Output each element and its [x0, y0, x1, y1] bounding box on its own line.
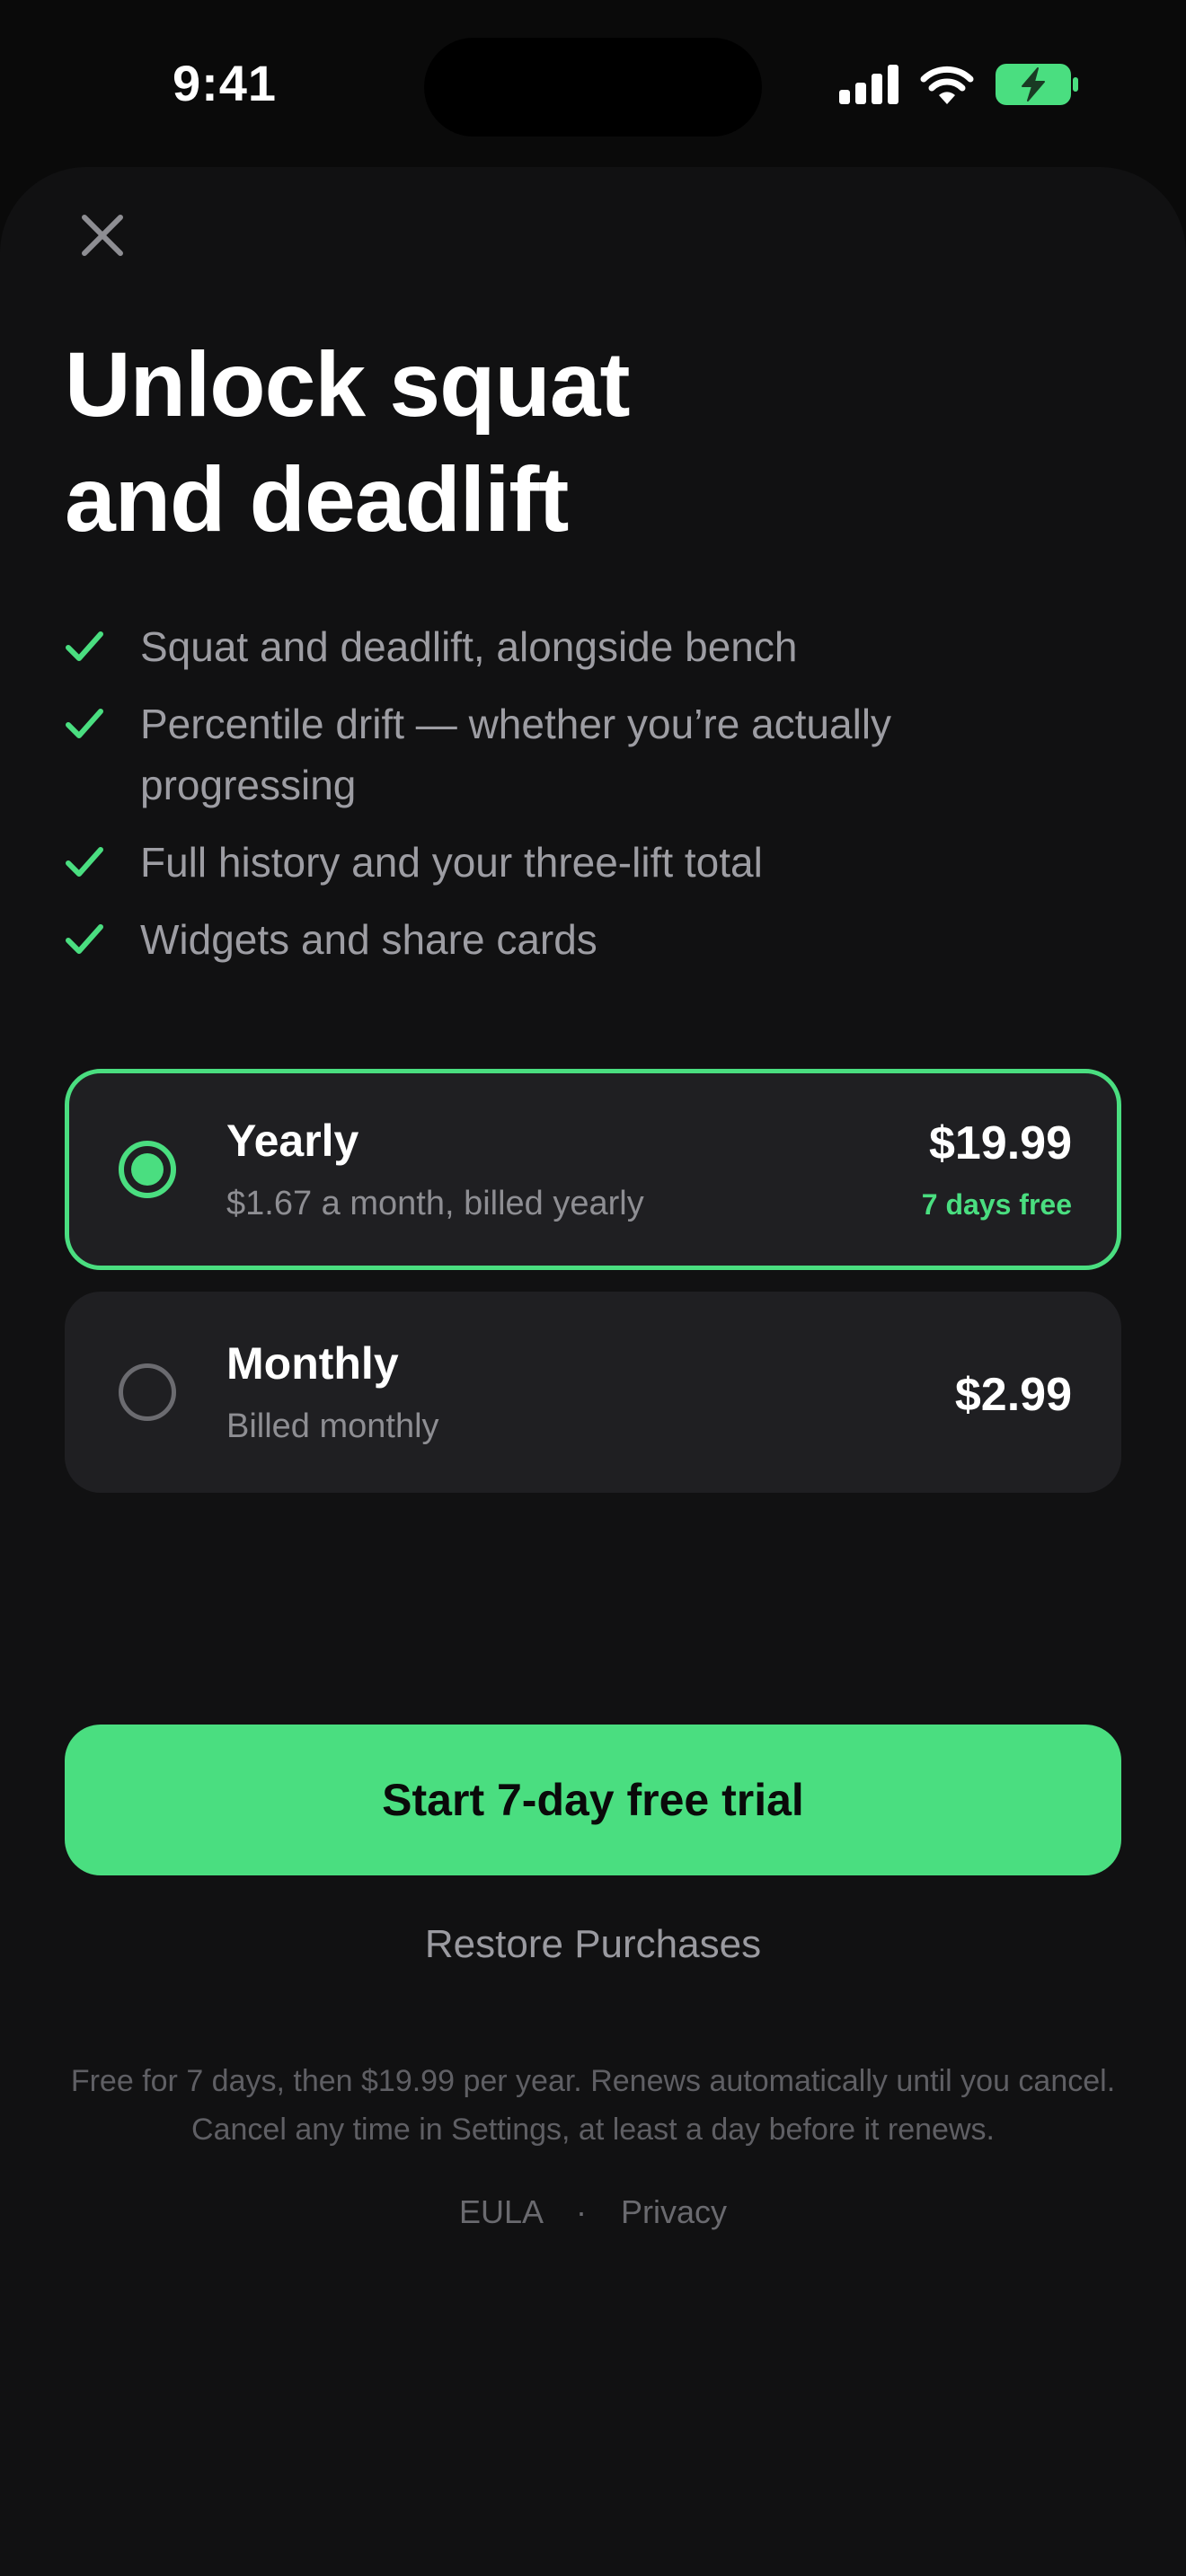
restore-purchases-link[interactable]: Restore Purchases	[0, 1922, 1186, 1967]
dynamic-island	[424, 38, 762, 137]
title-line-2: and deadlift	[65, 448, 569, 551]
plan-price: $2.99	[954, 1369, 1072, 1421]
title-line-1: Unlock squat	[65, 333, 630, 436]
plan-subtitle: Billed monthly	[226, 1407, 439, 1445]
eula-link[interactable]: EULA	[459, 2193, 542, 2230]
plan-price: $19.99	[928, 1117, 1072, 1169]
feature-item: Widgets and share cards	[65, 909, 1116, 970]
wifi-icon	[920, 65, 974, 109]
close-icon	[79, 212, 126, 263]
feature-text: Widgets and share cards	[140, 916, 597, 963]
plan-name: Yearly	[226, 1116, 359, 1166]
feature-item: Percentile drift — whether you’re actual…	[65, 693, 1116, 816]
feature-list: Squat and deadlift, alongside bench Perc…	[65, 616, 1116, 986]
feature-item: Full history and your three-lift total	[65, 832, 1116, 893]
feature-item: Squat and deadlift, alongside bench	[65, 616, 1116, 677]
feature-text: Percentile drift — whether you’re actual…	[140, 701, 892, 808]
checkmark-icon	[65, 616, 108, 677]
status-bar: 9:41	[0, 0, 1186, 171]
legal-links: EULA · Privacy	[0, 2193, 1186, 2231]
free-trial-badge: 7 days free	[921, 1188, 1072, 1221]
checkmark-icon	[65, 909, 108, 970]
page-title: Unlock squat and deadlift	[65, 327, 1053, 557]
feature-text: Full history and your three-lift total	[140, 839, 763, 886]
radio-dot	[131, 1153, 164, 1186]
plan-option-yearly[interactable]: Yearly $1.67 a month, billed yearly $19.…	[65, 1069, 1121, 1270]
paywall-sheet: Unlock squat and deadlift Squat and dead…	[0, 167, 1186, 2576]
radio-unselected-icon	[119, 1363, 176, 1421]
cellular-signal-icon	[839, 64, 898, 109]
battery-charging-icon	[996, 63, 1078, 110]
start-trial-button[interactable]: Start 7-day free trial	[65, 1725, 1121, 1875]
feature-text: Squat and deadlift, alongside bench	[140, 623, 798, 670]
plan-subtitle: $1.67 a month, billed yearly	[226, 1185, 644, 1222]
close-button[interactable]	[68, 203, 137, 271]
checkmark-icon	[65, 832, 108, 893]
plan-option-monthly[interactable]: Monthly Billed monthly $2.99	[65, 1292, 1121, 1493]
privacy-link[interactable]: Privacy	[621, 2193, 727, 2230]
checkmark-icon	[65, 693, 108, 754]
status-icons	[839, 61, 1078, 111]
legal-separator: ·	[576, 2193, 588, 2230]
status-time: 9:41	[172, 55, 278, 111]
plan-name: Monthly	[226, 1338, 399, 1389]
legal-disclaimer: Free for 7 days, then $19.99 per year. R…	[70, 2064, 1116, 2147]
radio-selected-icon	[119, 1141, 176, 1198]
